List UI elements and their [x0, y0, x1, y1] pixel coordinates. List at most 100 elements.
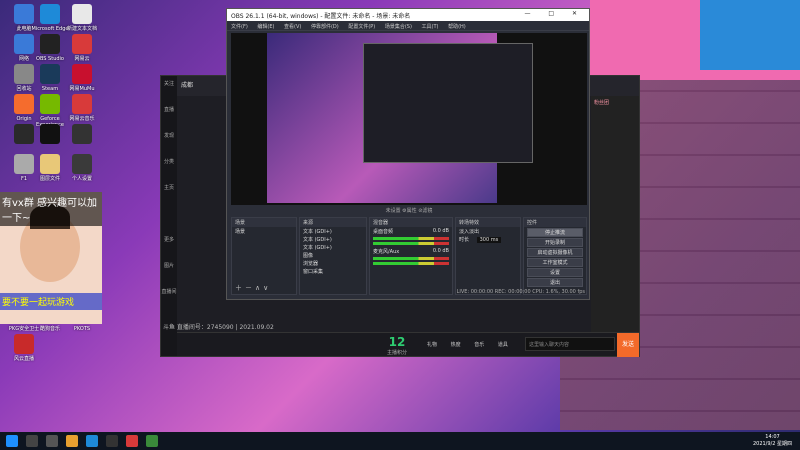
window-controls[interactable]: — □ ✕ [524, 10, 585, 17]
source-item-1[interactable]: 文本 (GDI+) [300, 235, 366, 243]
tool-heat[interactable]: 热度 [451, 342, 461, 348]
controls-header: 控件 [524, 218, 586, 227]
overlay-bottom-text: 要不要一起玩游戏 [0, 293, 102, 310]
obs-title-text: OBS 26.1.1 (64-bit, windows) - 配置文件: 未命名… [231, 13, 411, 20]
source-item-3[interactable]: 图像 [300, 251, 366, 259]
app-icon [40, 94, 60, 114]
mixer-header: 混音器 [370, 218, 452, 227]
app-title: 成都 [181, 82, 194, 89]
volume-slider-0[interactable] [373, 242, 449, 245]
mixer-channel-1: 麦克风/Aux 0.0 dB [370, 247, 452, 255]
app-icon [40, 154, 60, 174]
menu-help[interactable]: 帮助(H) [448, 24, 466, 30]
desktop-icon[interactable]: 网易云音乐 [62, 94, 102, 122]
sidebar-item-5[interactable] [161, 206, 177, 232]
stop-streaming-button[interactable]: 停止推流 [527, 228, 583, 237]
menu-file[interactable]: 文件(F) [231, 24, 248, 30]
exit-button[interactable]: 退出 [527, 278, 583, 287]
app-icon [72, 64, 92, 84]
settings-button[interactable]: 设置 [527, 268, 583, 277]
desktop-icon-label: 风云直播 [13, 356, 34, 362]
viewer-number: 12 [388, 335, 406, 349]
edge-icon[interactable] [86, 435, 98, 447]
task-view-icon[interactable] [46, 435, 58, 447]
search-icon[interactable] [26, 435, 38, 447]
menu-profile[interactable]: 配置文件(P) [348, 24, 375, 30]
sources-dock: 来源 文本 (GDI+) 文本 (GDI+) 文本 (GDI+) 图像 浏览器 … [299, 217, 367, 295]
source-item-4[interactable]: 浏览器 [300, 259, 366, 267]
mixer-channel-0: 桌面音频 0.0 dB [370, 227, 452, 235]
app-icon [14, 334, 34, 354]
taskbar: 14:07 2021/9/2 星期四 [0, 432, 800, 450]
start-icon[interactable] [6, 435, 18, 447]
source-item-0[interactable]: 文本 (GDI+) [300, 227, 366, 235]
desktop-icon[interactable]: 新建文本文档 [62, 4, 102, 32]
duration-label: 时长 [459, 237, 470, 243]
menu-scene-collection[interactable]: 场景集合(S) [385, 24, 412, 30]
sidebar-item-7[interactable]: 图片 [161, 258, 177, 284]
taskbar-clock[interactable]: 14:07 2021/9/2 星期四 [753, 434, 792, 448]
app-icon [72, 94, 92, 114]
preview-nested-window [363, 43, 533, 163]
volume-meter-1 [373, 257, 449, 260]
duration-input[interactable]: 300 ms [476, 237, 502, 243]
source-item-2[interactable]: 文本 (GDI+) [300, 243, 366, 251]
viewer-label: 主播积分 [387, 350, 408, 356]
sidebar-item-4[interactable]: 主页 [161, 180, 177, 206]
file-explorer-icon[interactable] [66, 435, 78, 447]
app-icon [40, 124, 60, 144]
channel-db-1: 0.0 dB [432, 248, 449, 254]
source-item-5[interactable]: 窗口采集 [300, 267, 366, 275]
obs-source-toolbar[interactable]: 未设置 ⚙属性 ⊘滤镜 [231, 207, 587, 215]
scene-item[interactable]: 场景 [232, 227, 296, 235]
tool-gift[interactable]: 礼物 [427, 342, 437, 348]
virtual-camera-button[interactable]: 启动虚拟摄像机 [527, 248, 583, 257]
mixer-dock: 混音器 桌面音频 0.0 dB 麦克风/Aux 0.0 dB [369, 217, 453, 295]
app-icon [72, 34, 92, 54]
obs-menubar: 文件(F) 编辑(E) 查看(V) 停靠部件(D) 配置文件(P) 场景集合(S… [227, 21, 589, 31]
live-room-id: 斗鱼 直播间号：2745090 | 2021.09.02 [163, 324, 274, 331]
taskbar-icon-extra[interactable] [146, 435, 158, 447]
volume-slider-1[interactable] [373, 262, 449, 265]
obs-preview[interactable] [231, 33, 587, 205]
app-icon [40, 4, 60, 24]
desktop-icon-label: 新建文本文档 [66, 26, 97, 32]
app-sidebar: 关注 直播 发现 分类 主页 更多 图片 直播间 [161, 76, 177, 356]
obs-taskbar-icon[interactable] [106, 435, 118, 447]
chat-input[interactable]: 这里输入聊天内容 [525, 337, 615, 351]
studio-mode-button[interactable]: 工作室模式 [527, 258, 583, 267]
tool-music[interactable]: 音乐 [474, 342, 484, 348]
menu-tools[interactable]: 工具(T) [422, 24, 439, 30]
app-taskbar-icon[interactable] [126, 435, 138, 447]
clock-time: 14:07 [765, 434, 780, 440]
desktop-icon[interactable]: 网易MuMu [62, 64, 102, 92]
desktop-icon[interactable] [62, 124, 102, 146]
menu-edit[interactable]: 编辑(E) [257, 24, 274, 30]
sidebar-item-6[interactable]: 更多 [161, 232, 177, 258]
desktop-icon[interactable]: 网易云 [62, 34, 102, 62]
transition-duration-row: 时长 300 ms [456, 235, 520, 243]
desktop-icon[interactable]: 风云直播 [4, 334, 44, 362]
desktop-icon-label: 个人设置 [71, 176, 92, 182]
menu-docks[interactable]: 停靠部件(D) [311, 24, 339, 30]
app-right-panel: 粉丝团 [591, 96, 639, 332]
menu-view[interactable]: 查看(V) [284, 24, 301, 30]
send-button[interactable]: 发送 [617, 333, 639, 357]
viewer-count: 12 主播积分 [387, 335, 407, 356]
sidebar-item-0[interactable]: 关注 [161, 76, 177, 102]
app-icon [40, 64, 60, 84]
sidebar-item-3[interactable]: 分类 [161, 154, 177, 180]
start-recording-button[interactable]: 开始录制 [527, 238, 583, 247]
desktop-icon-label: 网易云 [74, 56, 90, 62]
app-icon [72, 124, 92, 144]
app-icon [72, 4, 92, 24]
sidebar-item-2[interactable]: 发现 [161, 128, 177, 154]
tool-props[interactable]: 道具 [498, 342, 508, 348]
sidebar-item-8[interactable]: 直播间 [161, 284, 177, 310]
transitions-dock: 转场特效 淡入淡出 时长 300 ms [455, 217, 521, 295]
channel-name-1: 麦克风/Aux [373, 249, 400, 255]
fans-label: 粉丝团 [594, 100, 610, 106]
sidebar-item-1[interactable]: 直播 [161, 102, 177, 128]
transition-type[interactable]: 淡入淡出 [456, 227, 520, 235]
desktop-icon[interactable]: 个人设置 [62, 154, 102, 182]
